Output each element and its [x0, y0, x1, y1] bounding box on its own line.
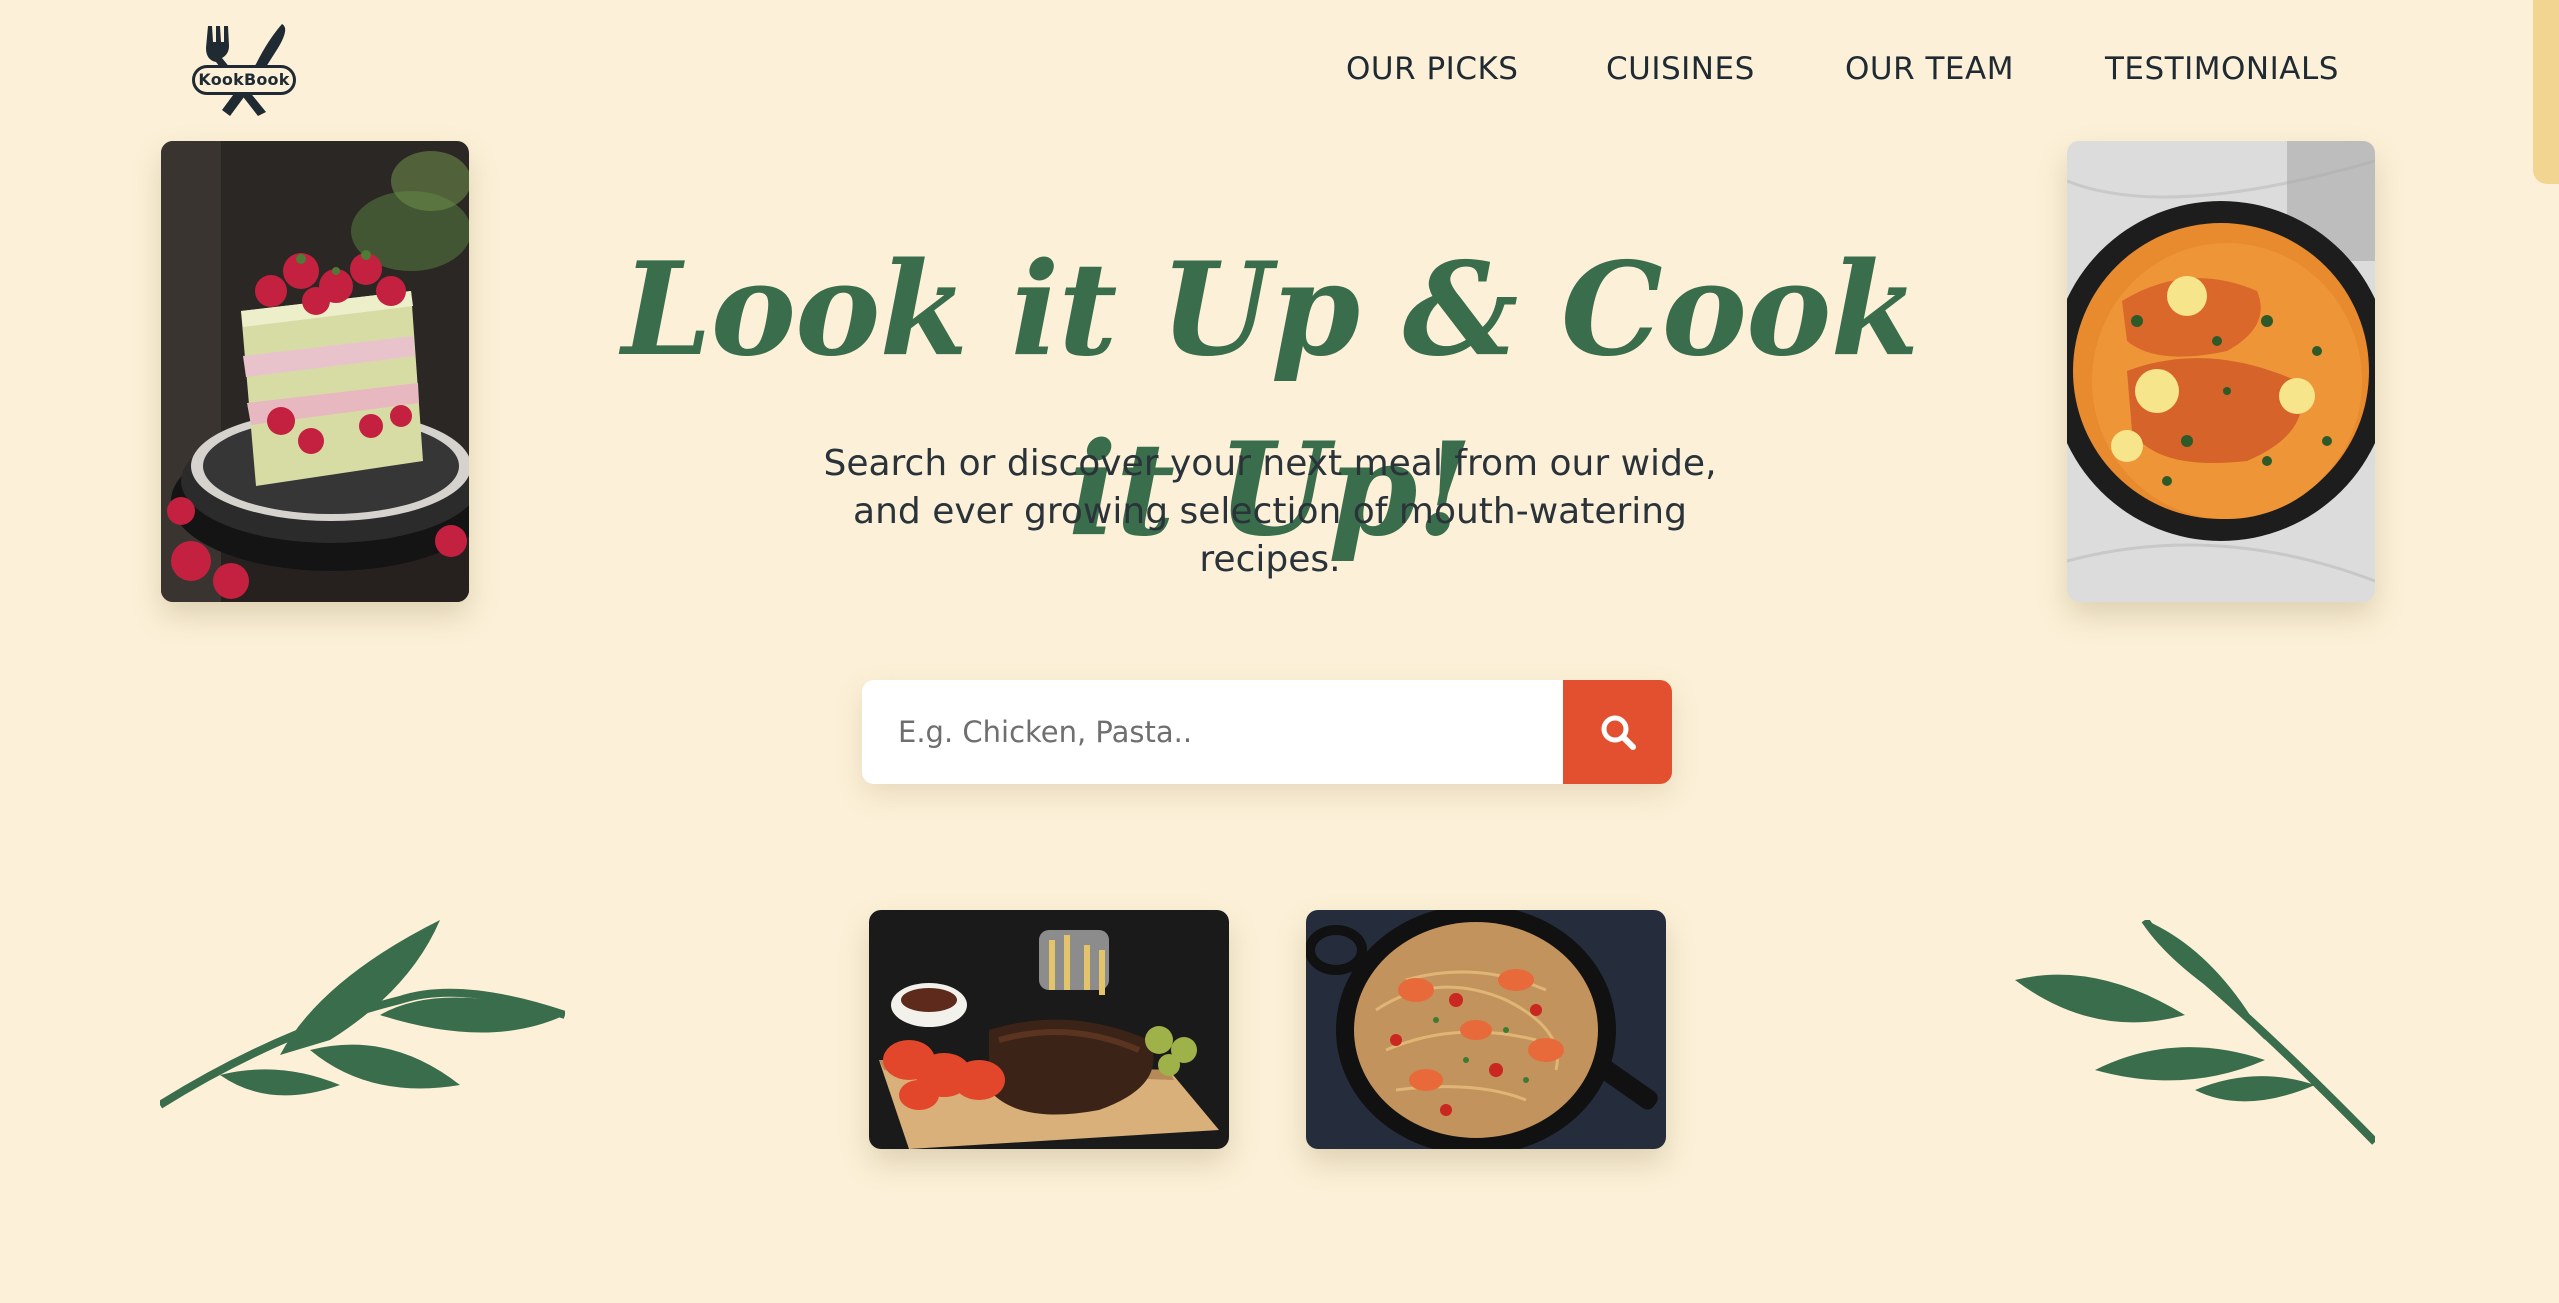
- nav-link-cuisines[interactable]: CUISINES: [1606, 46, 1755, 92]
- search-input[interactable]: [862, 680, 1562, 784]
- scrollbar-thumb[interactable]: [2533, 0, 2559, 184]
- leaf-icon: [160, 920, 565, 1109]
- recipe-search-bar: [862, 680, 1672, 784]
- hero-subtitle-line: recipes.: [1199, 539, 1341, 580]
- hero-subtitle-line: Search or discover your next meal from o…: [823, 443, 1717, 484]
- logo-text: KookBook: [192, 65, 296, 95]
- kookbook-logo[interactable]: KookBook: [186, 20, 302, 116]
- leaf-decoration-left: [160, 920, 565, 1110]
- hero-title: Look it Up & Cook it Up!: [621, 235, 1919, 565]
- main-nav: OUR PICKS CUISINES OUR TEAM TESTIMONIALS: [1300, 46, 2380, 94]
- hero-subtitle: Search or discover your next meal from o…: [790, 440, 1750, 590]
- salmon-curry-photo: [2067, 141, 2375, 602]
- nav-link-testimonials[interactable]: TESTIMONIALS: [2105, 46, 2339, 92]
- leaf-icon: [2015, 920, 2375, 1145]
- search-button[interactable]: [1563, 680, 1672, 784]
- hero-subtitle-line: and ever growing selection of mouth-wate…: [853, 491, 1687, 532]
- nav-link-our-picks[interactable]: OUR PICKS: [1346, 46, 1518, 92]
- raspberry-cake-photo: [161, 141, 469, 602]
- leaf-decoration-right: [2015, 920, 2375, 1145]
- nav-link-our-team[interactable]: OUR TEAM: [1845, 46, 2014, 92]
- search-icon: [1601, 715, 1636, 750]
- shrimp-spaghetti-photo: [1306, 910, 1666, 1149]
- bbq-ribs-photo: [869, 910, 1229, 1149]
